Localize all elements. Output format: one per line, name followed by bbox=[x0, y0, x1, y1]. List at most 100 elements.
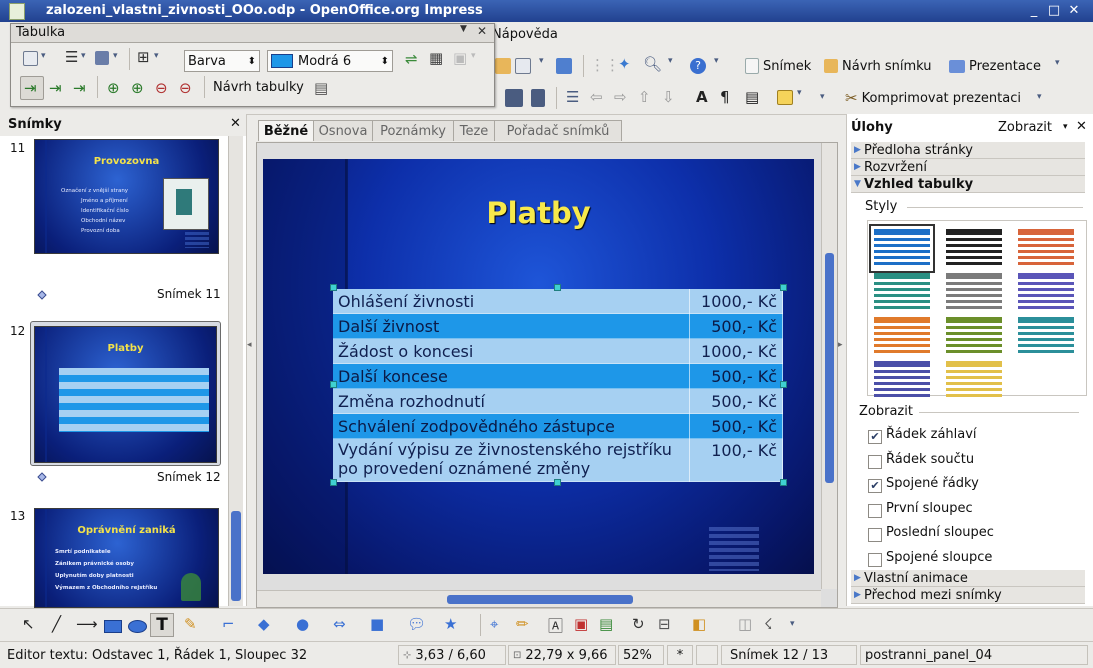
close-icon[interactable]: ✕ bbox=[230, 116, 241, 131]
callouts-icon[interactable]: 💬︎ bbox=[407, 615, 426, 633]
table-grid-icon[interactable]: ▦ bbox=[429, 49, 443, 67]
table-style-option[interactable] bbox=[1018, 317, 1074, 356]
bullets-icon[interactable]: ▤ bbox=[745, 88, 759, 106]
table-cell-item[interactable]: Další živnost bbox=[333, 313, 690, 339]
section-custom-animation[interactable]: ▶ Vlastní animace bbox=[851, 570, 1085, 587]
points-icon[interactable]: ⌖ bbox=[490, 615, 498, 633]
connector-icon[interactable]: ⌐ bbox=[222, 615, 235, 633]
table-style-option[interactable] bbox=[946, 229, 1002, 268]
scrollbar-thumb[interactable] bbox=[447, 595, 633, 604]
paragraph-direction-rtl-icon[interactable] bbox=[531, 89, 545, 107]
selection-handle[interactable] bbox=[780, 479, 787, 486]
interaction-icon[interactable]: ☇ bbox=[764, 615, 773, 633]
extrusion-icon[interactable]: ◫ bbox=[738, 615, 752, 633]
slide-thumbnail-11[interactable]: Provozovna Označení z vnější strany Jmén… bbox=[34, 139, 219, 254]
table-style-option[interactable] bbox=[869, 224, 935, 273]
table-design-button[interactable]: Návrh tabulky bbox=[213, 80, 304, 95]
border-style-icon[interactable]: ☰ bbox=[65, 48, 78, 66]
table-toolbar-header[interactable]: Tabulka ▼ ✕ bbox=[11, 24, 494, 43]
delete-row-icon[interactable]: ⊖ bbox=[155, 79, 168, 97]
select-icon[interactable]: ↖ bbox=[22, 615, 35, 633]
ellipse-icon[interactable] bbox=[128, 620, 147, 633]
table-icon[interactable] bbox=[515, 58, 531, 74]
table-cell-item[interactable]: Žádost o koncesi bbox=[333, 338, 690, 364]
canvas-horizontal-scrollbar[interactable] bbox=[257, 590, 821, 607]
text-tool-icon[interactable]: T bbox=[150, 613, 174, 637]
rotate-icon[interactable]: ↻ bbox=[632, 615, 645, 633]
fill-type-select[interactable]: Barva ⬍ bbox=[184, 50, 260, 72]
chevron-down-icon[interactable]: ▾ bbox=[113, 51, 118, 61]
basic-shapes-icon[interactable]: ◆ bbox=[258, 615, 270, 633]
fill-color-select[interactable]: Modrá 6 ⬍ bbox=[267, 50, 393, 72]
chevron-down-icon[interactable]: ▾ bbox=[668, 56, 673, 66]
table-style-option[interactable] bbox=[874, 273, 930, 312]
compress-presentation-button[interactable]: ✂ Komprimovat prezentaci bbox=[845, 87, 1021, 109]
slide[interactable]: Platby Ohlášení živnosti 1000,- Kč Další ž… bbox=[263, 159, 814, 574]
option-checkbox[interactable]: ✔ bbox=[868, 479, 882, 494]
table-row[interactable]: Další koncese 500,- Kč bbox=[333, 363, 783, 389]
status-signature[interactable] bbox=[696, 645, 718, 665]
section-layouts[interactable]: ▶ Rozvržení bbox=[851, 159, 1085, 176]
insert-row-icon[interactable]: ⊕ bbox=[107, 79, 120, 97]
close-icon[interactable]: ✕ bbox=[477, 24, 487, 38]
edit-icon[interactable] bbox=[495, 58, 511, 74]
slide-thumbnail-12[interactable]: Platby bbox=[34, 326, 217, 463]
toolbar-overflow-icon[interactable]: ▾ bbox=[1055, 58, 1060, 68]
rectangle-icon[interactable] bbox=[104, 620, 122, 633]
section-slide-transition[interactable]: ▶ Přechod mezi snímky bbox=[851, 587, 1085, 604]
symbol-shapes-icon[interactable]: ● bbox=[296, 615, 309, 633]
option-checkbox[interactable] bbox=[868, 553, 882, 567]
chevron-down-icon[interactable]: ▾ bbox=[154, 51, 159, 61]
toolbar-menu-icon[interactable]: ▼ bbox=[460, 24, 467, 34]
zoom-icon[interactable]: 🔍︎ bbox=[643, 55, 662, 73]
table-cell-item[interactable]: Ohlášení živnosti bbox=[333, 289, 690, 314]
app-icon[interactable] bbox=[9, 3, 25, 20]
table-cell-price[interactable]: 100,- Kč bbox=[689, 438, 783, 482]
table-row[interactable]: Změna rozhodnutí 500,- Kč bbox=[333, 388, 783, 414]
close-window-icon[interactable]: ✕ bbox=[1066, 3, 1082, 18]
price-table[interactable]: Ohlášení živnosti 1000,- Kč Další živnost 5… bbox=[333, 289, 783, 482]
table-cell-price[interactable]: 500,- Kč bbox=[689, 363, 783, 389]
table-cell-item[interactable]: Schválení zodpovědného zástupce bbox=[333, 413, 690, 439]
chevron-down-icon[interactable]: ▾ bbox=[41, 51, 46, 61]
scrollbar-thumb[interactable] bbox=[231, 511, 241, 601]
selection-handle[interactable] bbox=[554, 479, 561, 486]
help-icon[interactable]: ? bbox=[690, 58, 706, 74]
minimize-icon[interactable]: _ bbox=[1026, 3, 1042, 18]
option-checkbox[interactable] bbox=[868, 503, 882, 518]
presentation-button[interactable]: Prezentace bbox=[949, 55, 1041, 77]
arrow-up-icon[interactable]: ⇧ bbox=[638, 88, 651, 106]
tab-slide-sorter[interactable]: Pořadač snímků bbox=[494, 120, 622, 141]
table-row[interactable]: Žádost o koncesi 1000,- Kč bbox=[333, 338, 783, 364]
section-master-pages[interactable]: ▶ Předloha stránky bbox=[851, 142, 1085, 159]
section-table-design[interactable]: ▼ Vzhled tabulky bbox=[851, 176, 1085, 193]
table-row[interactable]: Ohlášení živnosti 1000,- Kč bbox=[333, 289, 783, 314]
paragraph-direction-icon[interactable] bbox=[505, 89, 523, 107]
chevron-down-icon[interactable]: ▾ bbox=[1063, 122, 1068, 132]
scrollbar-thumb[interactable] bbox=[825, 253, 834, 483]
table-style-option[interactable] bbox=[874, 361, 930, 400]
table-cell-item[interactable]: Další koncese bbox=[333, 363, 690, 389]
table-cell-price[interactable]: 500,- Kč bbox=[689, 388, 783, 414]
toolbar-overflow-icon[interactable]: ▾ bbox=[1037, 92, 1042, 102]
gallery-icon[interactable]: ▤ bbox=[599, 615, 613, 633]
table-style-option[interactable] bbox=[946, 317, 1002, 356]
chevron-down-icon[interactable]: ▾ bbox=[797, 88, 802, 98]
image-icon[interactable] bbox=[777, 90, 793, 105]
table-style-option[interactable] bbox=[1018, 273, 1074, 312]
maximize-icon[interactable]: □ bbox=[1046, 3, 1062, 18]
slide-thumbnail-13[interactable]: Oprávnění zaniká Smrtí podnikatele Zánik… bbox=[34, 508, 219, 608]
table-row[interactable]: Vydání výpisu ze živnostenského rejstřík… bbox=[333, 438, 783, 482]
canvas-vertical-scrollbar[interactable] bbox=[821, 143, 837, 589]
table-cell-price[interactable]: 1000,- Kč bbox=[689, 289, 783, 314]
close-icon[interactable]: ✕ bbox=[1076, 119, 1087, 134]
slides-scrollbar[interactable] bbox=[228, 136, 243, 606]
optimize-icon[interactable]: ⇌ bbox=[405, 50, 418, 68]
from-file-icon[interactable]: ▣ bbox=[574, 615, 588, 633]
align-center-icon[interactable]: ⇥ bbox=[49, 79, 62, 97]
table-cell-item[interactable]: Změna rozhodnutí bbox=[333, 388, 690, 414]
toolbar-overflow-icon[interactable]: ▾ bbox=[820, 92, 825, 102]
alignment-icon[interactable]: ⊟ bbox=[658, 615, 671, 633]
collapse-right-icon[interactable]: ▸ bbox=[838, 340, 843, 350]
curve-icon[interactable]: ✎ bbox=[184, 615, 197, 633]
